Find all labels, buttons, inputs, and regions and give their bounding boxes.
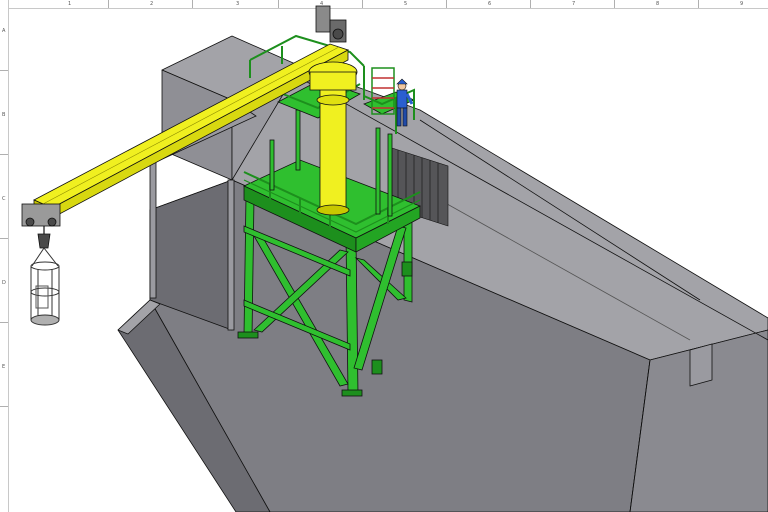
- cage-mid-ring: [30, 287, 60, 297]
- hoist-wheel: [47, 217, 57, 227]
- cad-scene: [21, 5, 768, 512]
- tower-bracket: [371, 359, 383, 375]
- upper-support-post: [295, 109, 301, 171]
- tower-base-plate: [237, 331, 259, 339]
- slewing-motor: [315, 5, 331, 33]
- worker-torso: [396, 89, 408, 109]
- personnel-cage: [30, 247, 60, 326]
- grey-column: [227, 179, 235, 331]
- upper-support-post: [375, 127, 381, 215]
- tower-leg-front-right: [345, 237, 359, 395]
- slewing-wheel: [332, 28, 344, 40]
- tower-base-plate: [341, 389, 363, 397]
- concrete-small-block: [689, 343, 713, 387]
- upper-support-post: [269, 139, 275, 191]
- worker-leg: [396, 107, 402, 127]
- hoist-wheel: [25, 217, 35, 227]
- cage-top-ring: [30, 261, 60, 271]
- jib-column-head: [309, 71, 357, 91]
- worker-helmet: [396, 78, 408, 85]
- upper-support-post: [387, 133, 393, 217]
- hoist-hook-block: [37, 233, 51, 249]
- cage-bottom-ring: [30, 314, 60, 326]
- jib-column-base: [316, 204, 350, 216]
- jib-column-collar: [316, 94, 350, 106]
- worker-leg: [402, 107, 408, 127]
- cad-viewport: 1 2 3 4 5 6 7 8 9 A B C D E: [0, 0, 768, 512]
- tower-leg-front-left: [243, 195, 255, 337]
- grey-column: [149, 157, 157, 299]
- tower-bracket: [401, 261, 413, 277]
